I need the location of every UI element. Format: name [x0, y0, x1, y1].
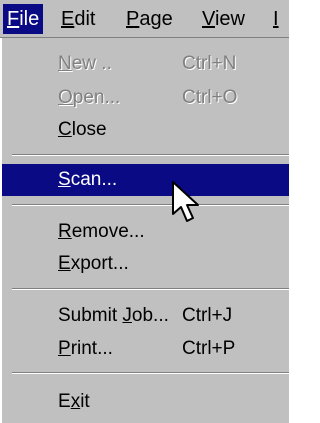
- menu-page[interactable]: Page: [126, 4, 173, 34]
- menu-item-new-shortcut: Ctrl+N: [182, 53, 237, 74]
- menu-item-open-label: Open...: [58, 87, 121, 108]
- menu-item-open: Open... Ctrl+O: [2, 82, 289, 114]
- menu-item-close-label: Close: [58, 119, 107, 140]
- menu-item-remove-label: Remove...: [58, 221, 145, 242]
- menu-item-submit-job-shortcut: Ctrl+J: [182, 305, 233, 326]
- menu-item-new: New .. Ctrl+N: [2, 48, 289, 80]
- mouse-cursor-icon: [172, 181, 199, 222]
- file-menu-dropdown: New .. Ctrl+N Open... Ctrl+O Close Scan.…: [0, 38, 289, 423]
- menu-item-exit-label: Exit: [58, 391, 90, 412]
- menu-item-new-label: New ..: [58, 53, 112, 74]
- menu-item-scan[interactable]: Scan...: [2, 164, 289, 196]
- menu-item-close[interactable]: Close: [2, 114, 289, 146]
- menu-item-print-shortcut: Ctrl+P: [182, 338, 236, 359]
- menu-separator: [12, 288, 289, 290]
- menu-item-print[interactable]: Print... Ctrl+P: [2, 333, 289, 365]
- screen: File Edit Page View I New .. Ctrl+N Open…: [0, 0, 289, 423]
- menu-item-scan-label: Scan...: [58, 169, 118, 190]
- menu-bar: File Edit Page View I: [0, 0, 289, 38]
- menu-file[interactable]: File: [3, 4, 44, 34]
- menu-separator: [12, 154, 289, 156]
- menu-edit[interactable]: Edit: [61, 4, 95, 34]
- menu-separator: [12, 204, 289, 206]
- menu-truncated[interactable]: I: [273, 4, 279, 34]
- menu-item-export-label: Export...: [58, 253, 129, 274]
- menu-item-export[interactable]: Export...: [2, 248, 289, 280]
- menu-item-print-label: Print...: [58, 338, 113, 359]
- menu-item-remove[interactable]: Remove...: [2, 216, 289, 248]
- menu-item-exit[interactable]: Exit: [2, 386, 289, 418]
- menu-view[interactable]: View: [202, 4, 245, 34]
- menu-item-submit-job-label: Submit Job...: [58, 305, 169, 326]
- menu-separator: [12, 372, 289, 374]
- menu-item-submit-job[interactable]: Submit Job... Ctrl+J: [2, 300, 289, 332]
- menu-item-open-shortcut: Ctrl+O: [182, 87, 238, 108]
